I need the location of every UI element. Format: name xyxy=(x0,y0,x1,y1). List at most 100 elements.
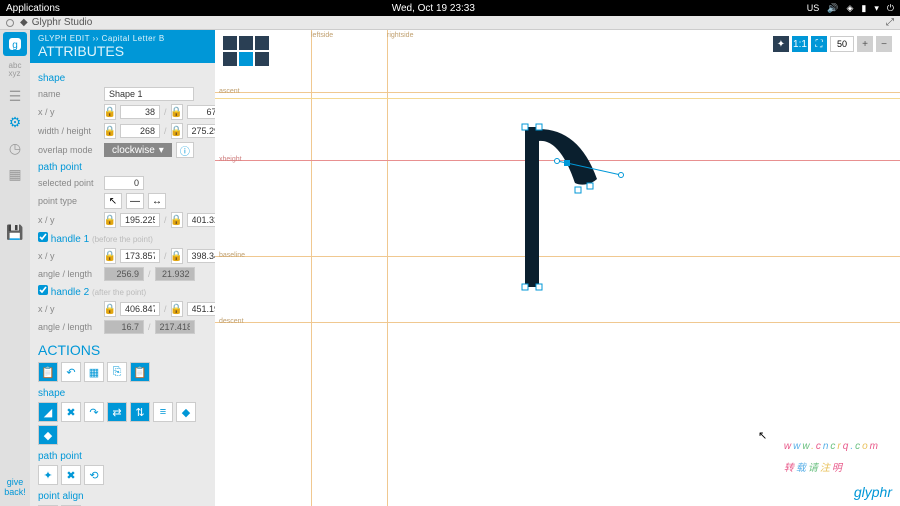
h2-y-input[interactable] xyxy=(187,302,215,316)
actions-pa-label: point align xyxy=(38,491,207,502)
ptype-corner[interactable]: ↖ xyxy=(104,193,122,209)
ptype-symmetric[interactable]: ↔ xyxy=(148,193,166,209)
ascent-guide xyxy=(215,92,900,93)
add-button[interactable]: ▦ xyxy=(84,362,104,382)
zoom-in-button[interactable]: + xyxy=(857,36,873,52)
lock-ppx-icon[interactable]: 🔒 xyxy=(104,212,116,228)
keyboard-indicator[interactable]: US xyxy=(807,3,820,13)
pp-a3[interactable]: ⟲ xyxy=(84,465,104,485)
ptype-flat[interactable]: — xyxy=(126,193,144,209)
shape-h-input[interactable] xyxy=(187,124,215,138)
lock-h2y-icon[interactable]: 🔒 xyxy=(171,301,183,317)
descent-guide xyxy=(215,322,900,323)
overlap-info-icon[interactable]: ⓘ xyxy=(176,142,194,158)
h2-len-input[interactable] xyxy=(155,320,195,334)
breadcrumb: GLYPH EDIT ›› Capital Letter B xyxy=(38,34,207,43)
lock-ppy-icon[interactable]: 🔒 xyxy=(171,212,183,228)
shape-y-input[interactable] xyxy=(187,105,215,119)
expand-icon[interactable]: ⤢ xyxy=(886,17,894,28)
tool-5[interactable] xyxy=(239,52,253,66)
pp-a2[interactable]: ✖ xyxy=(61,465,81,485)
h1-len-input[interactable] xyxy=(155,267,195,281)
copy-button[interactable]: 📋 xyxy=(38,362,58,382)
rightside-guide xyxy=(387,30,388,506)
section-pathpoint: path point xyxy=(38,162,207,173)
glyph-edit-tool[interactable]: g xyxy=(3,32,27,56)
shape-a6[interactable]: ≡ xyxy=(153,402,173,422)
section-shape: shape xyxy=(38,73,207,84)
wifi-icon[interactable]: ◈ xyxy=(846,3,853,14)
section-handle2: handle 2 (after the point) xyxy=(38,285,207,298)
pp-a1[interactable]: ✦ xyxy=(38,465,58,485)
menu-icon[interactable]: ▾ xyxy=(874,3,879,14)
os-topbar: Applications Wed, Oct 19 23:33 US 🔊 ◈ ▮ … xyxy=(0,0,900,16)
view-grid-button[interactable]: ✦ xyxy=(773,36,789,52)
tool-1[interactable] xyxy=(223,36,237,50)
rightside-label: rightside xyxy=(387,32,413,39)
h2-toggle[interactable] xyxy=(38,285,48,295)
view-fit-button[interactable]: ⛶ xyxy=(811,36,827,52)
zoom-value[interactable]: 50 xyxy=(830,36,854,52)
h2-angle-input[interactable] xyxy=(104,320,144,334)
undo-button[interactable]: ↶ xyxy=(61,362,81,382)
lock-x-icon[interactable]: 🔒 xyxy=(104,104,116,120)
shape-a2[interactable]: ✖ xyxy=(61,402,81,422)
actions-title: ACTIONS xyxy=(38,342,207,358)
actions-shape-label: shape xyxy=(38,388,207,399)
glyph-shape[interactable] xyxy=(525,127,645,300)
tool-6[interactable] xyxy=(255,52,269,66)
shape-a8[interactable]: ◆ xyxy=(38,425,58,445)
window-title: Glyphr Studio xyxy=(32,17,93,28)
view-1to1-button[interactable]: 1:1 xyxy=(792,36,808,52)
shape-a5[interactable]: ⇅ xyxy=(130,402,150,422)
paste-button[interactable]: ⎘ xyxy=(107,362,127,382)
lock-y-icon[interactable]: 🔒 xyxy=(171,104,183,120)
glyph-canvas[interactable]: leftside rightside ascent xheight baseli… xyxy=(215,30,900,506)
pp-y-input[interactable] xyxy=(187,213,215,227)
overlap-dropdown[interactable]: clockwise▾ xyxy=(104,143,172,157)
shape-a4[interactable]: ⇄ xyxy=(107,402,127,422)
h2-x-input[interactable] xyxy=(120,302,160,316)
save-tool[interactable]: 💾 xyxy=(3,220,27,244)
layers-tool[interactable]: ☰ xyxy=(3,84,27,108)
tool-2[interactable] xyxy=(239,36,253,50)
guides-tool[interactable]: ▦ xyxy=(3,162,27,186)
window-control-icon[interactable] xyxy=(6,19,14,27)
svg-text:g: g xyxy=(12,40,18,51)
lock-h1y-icon[interactable]: 🔒 xyxy=(171,248,183,264)
shape-x-input[interactable] xyxy=(120,105,160,119)
history-tool[interactable]: ◷ xyxy=(3,136,27,160)
apps-menu[interactable]: Applications xyxy=(6,3,60,14)
shape-a3[interactable]: ↷ xyxy=(84,402,104,422)
lock-h-icon[interactable]: 🔒 xyxy=(171,123,183,139)
shape-w-input[interactable] xyxy=(120,124,160,138)
shape-a1[interactable]: ◢ xyxy=(38,402,58,422)
pp-x-input[interactable] xyxy=(120,213,160,227)
canvas-tools-left xyxy=(223,36,269,50)
tool-4[interactable] xyxy=(223,52,237,66)
clipboard-button[interactable]: 📋 xyxy=(130,362,150,382)
window-titlebar: ◆ Glyphr Studio ⤢ xyxy=(0,16,900,30)
clock: Wed, Oct 19 23:33 xyxy=(60,3,807,14)
h1-y-input[interactable] xyxy=(187,249,215,263)
shape-a7[interactable]: ◆ xyxy=(176,402,196,422)
h1-toggle[interactable] xyxy=(38,232,48,242)
lock-h2x-icon[interactable]: 🔒 xyxy=(104,301,116,317)
volume-icon[interactable]: 🔊 xyxy=(827,3,838,14)
settings-tool[interactable]: ⚙ xyxy=(3,110,27,134)
name-input[interactable] xyxy=(104,87,194,101)
zoom-out-button[interactable]: − xyxy=(876,36,892,52)
give-back-link[interactable]: giveback! xyxy=(4,478,26,498)
selpoint-label: selected point xyxy=(38,178,100,188)
tool-3[interactable] xyxy=(255,36,269,50)
power-icon[interactable]: ⏻ xyxy=(887,3,894,14)
lock-w-icon[interactable]: 🔒 xyxy=(104,123,116,139)
lock-h1x-icon[interactable]: 🔒 xyxy=(104,248,116,264)
selpoint-input[interactable] xyxy=(104,176,144,190)
h1-angle-input[interactable] xyxy=(104,267,144,281)
watermark: www.cncrq.com 转载请注明 xyxy=(784,425,880,476)
h1-x-input[interactable] xyxy=(120,249,160,263)
h-grid xyxy=(215,98,900,99)
battery-icon[interactable]: ▮ xyxy=(861,3,866,14)
text-tool[interactable]: abcxyz xyxy=(3,58,27,82)
